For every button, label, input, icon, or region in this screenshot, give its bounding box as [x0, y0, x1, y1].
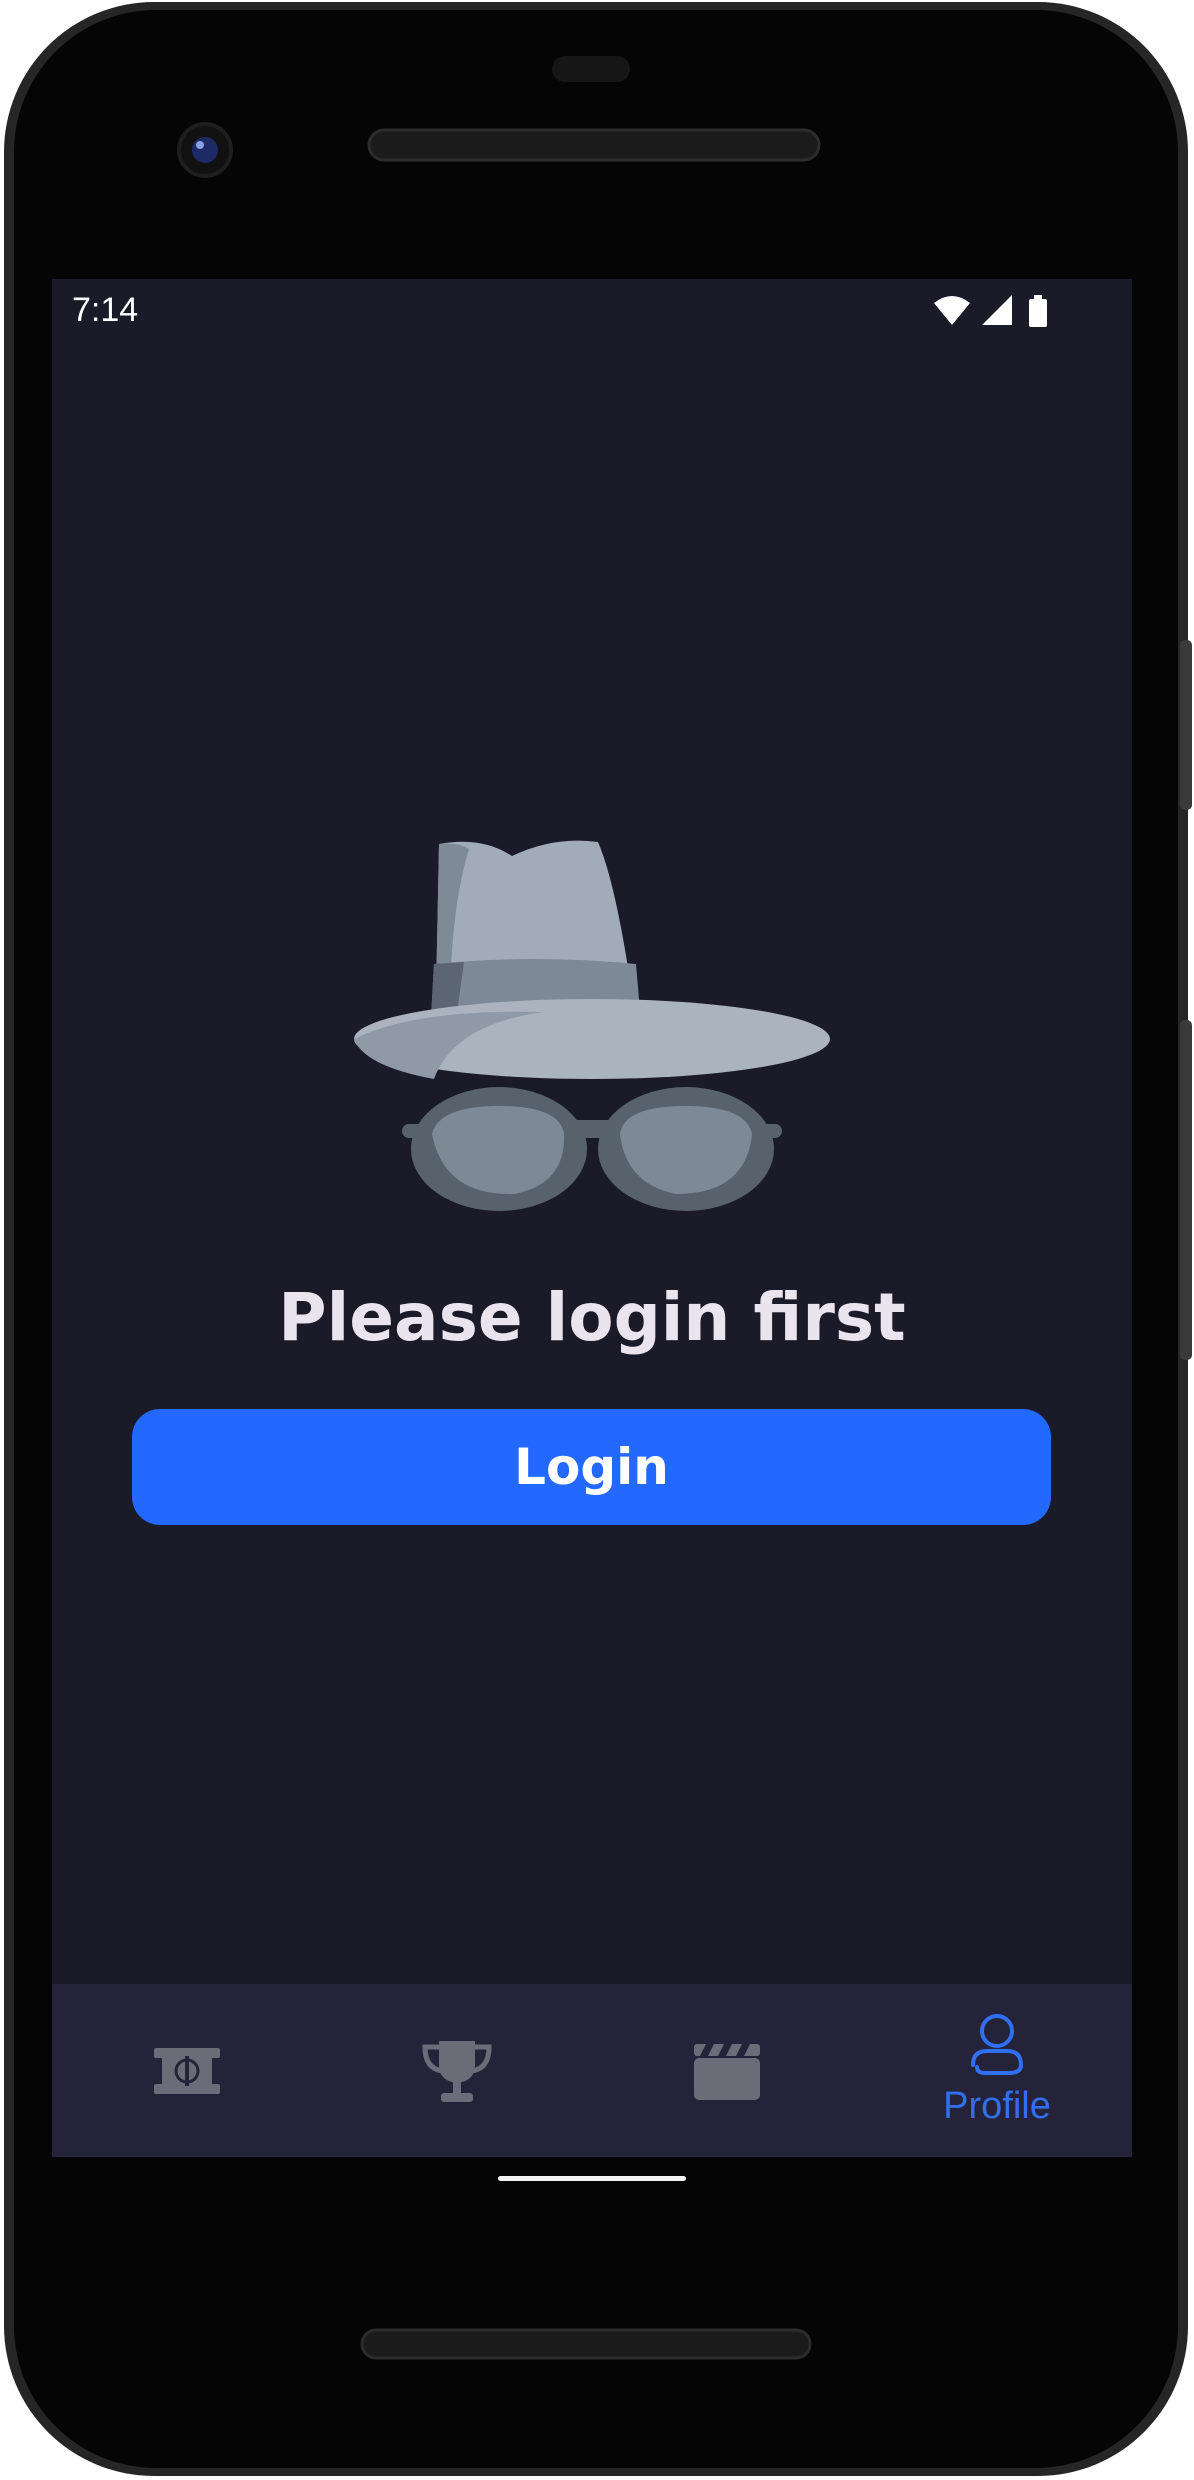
- wifi-icon: [934, 296, 970, 325]
- stadium-field-icon: [154, 2047, 220, 2094]
- signal-icon: [982, 295, 1012, 325]
- incognito-illustration: [354, 840, 830, 1211]
- status-time: 7:14: [72, 291, 139, 329]
- trophy-icon: [422, 2040, 492, 2102]
- battery-icon: [1029, 295, 1047, 327]
- nav-item-movies[interactable]: [592, 1984, 862, 2157]
- app-screen: 7:14 Please login first Login Profile: [52, 279, 1132, 2157]
- status-bar: 7:14: [52, 279, 1132, 349]
- nav-item-field[interactable]: [52, 1984, 322, 2157]
- status-icons: [932, 293, 1062, 333]
- profile-icon: [971, 2014, 1024, 2075]
- home-indicator[interactable]: [498, 2176, 686, 2181]
- phone-frame: 7:14 Please login first Login Profile: [0, 0, 1194, 2480]
- nav-item-profile[interactable]: Profile: [862, 1984, 1132, 2157]
- nav-label-profile: Profile: [943, 2085, 1051, 2127]
- bottom-navigation: Profile: [52, 1984, 1132, 2157]
- nav-item-trophy[interactable]: [322, 1984, 592, 2157]
- login-button[interactable]: Login: [132, 1409, 1051, 1525]
- login-prompt-message: Please login first: [278, 1279, 906, 1356]
- clapperboard-icon: [694, 2043, 760, 2100]
